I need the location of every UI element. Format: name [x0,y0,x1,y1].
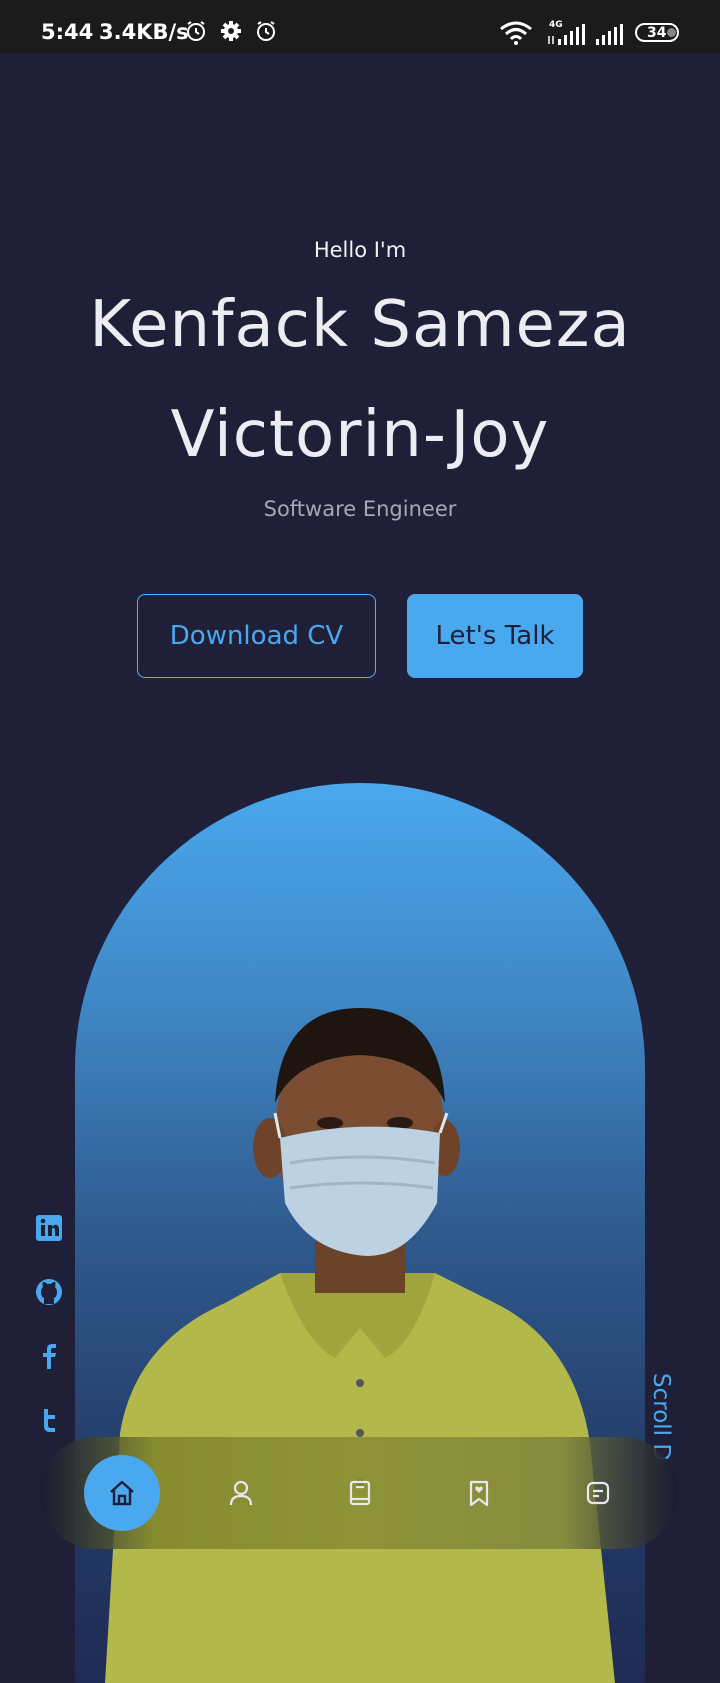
nav-contact[interactable] [560,1455,636,1531]
status-network-speed: 3.4KB/s [99,20,189,44]
download-cv-button[interactable]: Download CV [137,594,376,678]
nav-portfolio[interactable] [441,1455,517,1531]
battery-level: 34 [647,25,667,41]
alarm-icon [257,21,275,41]
wifi-icon [500,21,532,45]
signal-icon [596,24,623,45]
linkedin-icon[interactable] [34,1213,64,1243]
name-line-2: Victorin-Joy [170,398,550,472]
home-icon [110,1480,134,1506]
user-icon [229,1480,253,1506]
bookmark-icon [469,1480,489,1507]
battery-icon: 34 [635,23,679,42]
gear-icon [221,21,241,41]
message-icon [586,1481,610,1505]
github-icon[interactable] [34,1277,64,1307]
name-line-1: Kenfack Sameza [89,288,631,362]
signal-icon [548,24,585,45]
book-icon [349,1480,371,1506]
status-time: 5:44 [41,20,94,44]
role-text: Software Engineer [263,497,457,521]
lets-talk-button[interactable]: Let's Talk [407,594,583,678]
bottom-navigation [40,1437,678,1549]
nav-experience[interactable] [322,1455,398,1531]
nav-about[interactable] [203,1455,279,1531]
alarm-icon [187,21,205,41]
status-bar: 5:44 3.4KB/s 4G 34 [0,0,720,54]
nav-home[interactable] [84,1455,160,1531]
twitter-icon[interactable] [34,1405,64,1435]
facebook-icon[interactable] [34,1341,64,1371]
greeting-text: Hello I'm [313,238,407,262]
